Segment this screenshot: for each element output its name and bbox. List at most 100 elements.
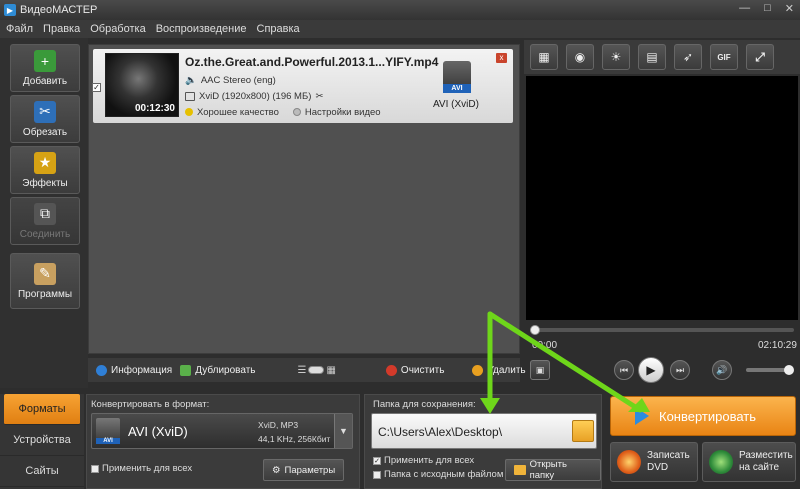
minimize-button[interactable]: — xyxy=(739,2,750,15)
apply-all-format[interactable]: Применить для всех xyxy=(91,463,192,474)
add-button[interactable]: + Добавить xyxy=(10,44,80,92)
publish-online-line2: на сайте xyxy=(739,462,780,473)
trim-button[interactable]: ✂ Обрезать xyxy=(10,95,80,143)
tab-formats[interactable]: Форматы xyxy=(4,394,80,425)
apply-all-folder[interactable]: ✓ Применить для всех xyxy=(373,455,474,466)
category-tabs: Форматы Устройства Сайты xyxy=(0,394,84,489)
file-checkbox[interactable]: ✓ xyxy=(92,83,101,92)
video-settings-label: Настройки видео xyxy=(304,107,381,118)
quality-dot-icon xyxy=(185,108,193,116)
seek-handle[interactable] xyxy=(530,325,540,335)
format-badge-icon[interactable]: AVI xyxy=(443,61,471,93)
join-button-label: Соединить xyxy=(19,228,71,240)
seek-bar[interactable] xyxy=(530,325,794,335)
speed-tool-button[interactable]: ➶ xyxy=(674,44,702,70)
join-button[interactable]: ⧉ Соединить xyxy=(10,197,80,245)
output-actions: Конвертировать Записать DVD Разместить на … xyxy=(606,394,800,489)
fullscreen-tool-button[interactable]: ⤢ xyxy=(746,44,774,70)
quality-option[interactable]: Хорошее качество xyxy=(185,107,279,118)
subtitle-tool-button[interactable]: ▤ xyxy=(638,44,666,70)
volume-button[interactable]: 🔊 xyxy=(712,360,732,380)
menu-bar: Файл Правка Обработка Воспроизведение Сп… xyxy=(0,20,800,38)
video-preview[interactable] xyxy=(526,76,798,320)
window-title: ВидеоМАСТЕР xyxy=(20,4,98,16)
format-dropdown-icon[interactable]: ▼ xyxy=(334,414,352,448)
audio-track-label: AAC Stereo (eng) xyxy=(200,75,276,86)
menu-process[interactable]: Обработка xyxy=(90,23,145,35)
save-path-value: C:\Users\Alex\Desktop\ xyxy=(378,425,503,439)
file-name: Oz.the.Great.and.Powerful.2013.1...YIFY.… xyxy=(185,55,439,69)
tab-sites[interactable]: Сайты xyxy=(0,456,84,487)
video-thumbnail[interactable]: 00:12:30 xyxy=(105,53,179,117)
brightness-tool-button[interactable]: ☀ xyxy=(602,44,630,70)
burn-dvd-line2: DVD xyxy=(647,462,669,473)
apply-all-format-checkbox[interactable] xyxy=(91,464,99,473)
file-list[interactable]: ✓ 00:12:30 Oz.the.Great.and.Powerful.201… xyxy=(88,44,520,354)
next-button[interactable]: ⏭ xyxy=(670,360,690,380)
clear-icon xyxy=(385,364,397,376)
title-bar: ▶ ВидеоМАСТЕР — □ ✕ xyxy=(0,0,800,20)
duplicate-button[interactable]: Дублировать xyxy=(180,364,256,376)
tab-devices[interactable]: Устройства xyxy=(0,425,84,456)
crop-tool-button[interactable]: ▦ xyxy=(530,44,558,70)
play-button[interactable]: ▶ xyxy=(638,357,664,383)
menu-help[interactable]: Справка xyxy=(257,23,300,35)
speaker-icon: 🔈 xyxy=(185,75,197,86)
rotate-tool-button[interactable]: ◉ xyxy=(566,44,594,70)
browse-folder-icon[interactable] xyxy=(572,420,594,442)
video-settings-link[interactable]: Настройки видео xyxy=(292,107,381,118)
delete-button-label: Удалить xyxy=(487,364,526,376)
parameters-button-label: Параметры xyxy=(284,464,336,476)
apply-all-folder-checkbox[interactable]: ✓ xyxy=(373,456,381,465)
video-duration: 00:12:30 xyxy=(134,103,175,114)
format-selector[interactable]: AVI AVI (XviD) XviD, MP3 44,1 KHz, 256Кб… xyxy=(91,413,353,449)
toggle-switch[interactable] xyxy=(308,366,325,374)
app-logo-icon: ▶ xyxy=(4,4,16,16)
maximize-button[interactable]: □ xyxy=(764,2,771,15)
format-badge-text: AVI xyxy=(443,84,471,93)
programs-button[interactable]: ✎ Программы xyxy=(10,253,80,309)
menu-edit[interactable]: Правка xyxy=(43,23,80,35)
convert-format-label: Конвертировать в формат: xyxy=(91,399,210,410)
convert-button[interactable]: Конвертировать xyxy=(610,396,796,436)
burn-dvd-button[interactable]: Записать DVD xyxy=(610,442,698,482)
volume-slider[interactable] xyxy=(746,365,794,375)
source-folder-option[interactable]: Папка с исходным файлом xyxy=(373,469,503,480)
delete-icon xyxy=(472,364,484,376)
menu-playback[interactable]: Воспроизведение xyxy=(156,23,247,35)
burn-dvd-line1: Записать xyxy=(647,450,690,461)
publish-online-line1: Разместить xyxy=(739,450,793,461)
view-toggle[interactable]: ☰ ▦ xyxy=(298,365,336,376)
audio-track[interactable]: 🔈 AAC Stereo (eng) xyxy=(185,75,276,86)
save-folder-panel: Папка для сохранения: C:\Users\Alex\Desk… xyxy=(364,394,602,489)
convert-button-label: Конвертировать xyxy=(659,408,757,424)
join-film-icon: ⧉ xyxy=(34,202,56,225)
publish-online-button[interactable]: Разместить на сайте xyxy=(702,442,796,482)
parameters-button[interactable]: ⚙ Параметры xyxy=(263,459,345,481)
duplicate-button-label: Дублировать xyxy=(195,364,256,376)
menu-file[interactable]: Файл xyxy=(6,23,33,35)
effects-button[interactable]: ★ Эффекты xyxy=(10,146,80,194)
snapshot-button[interactable]: ▣ xyxy=(530,360,550,380)
delete-button[interactable]: Удалить xyxy=(472,364,526,376)
save-path-field[interactable]: C:\Users\Alex\Desktop\ xyxy=(371,413,597,449)
source-folder-checkbox[interactable] xyxy=(373,470,381,479)
format-codecs: XviD, MP3 xyxy=(258,420,299,430)
publish-online-label: Разместить на сайте xyxy=(739,450,793,474)
prev-button[interactable]: ⏮ xyxy=(614,360,634,380)
open-folder-button[interactable]: Открыть папку xyxy=(505,459,601,481)
clear-button[interactable]: Очистить xyxy=(385,364,444,376)
avi-format-icon: AVI xyxy=(96,418,120,444)
info-button[interactable]: Информация xyxy=(96,364,172,376)
file-item[interactable]: ✓ 00:12:30 Oz.the.Great.and.Powerful.201… xyxy=(92,49,513,123)
apply-all-folder-label: Применить для всех xyxy=(384,455,475,466)
scissors-icon[interactable]: ✂ xyxy=(315,91,323,102)
remove-file-icon[interactable]: x xyxy=(496,53,507,63)
gif-tool-button[interactable]: GIF xyxy=(710,44,738,70)
current-time: 00:00 xyxy=(532,340,558,351)
close-button[interactable]: ✕ xyxy=(785,2,794,15)
left-toolbar: + Добавить ✂ Обрезать ★ Эффекты ⧉ Соедин… xyxy=(0,38,88,388)
playback-controls: ▣ ⏮ ▶ ⏭ 🔊 xyxy=(526,354,798,386)
format-audio-spec: 44,1 KHz, 256Кбит xyxy=(258,434,331,444)
volume-handle[interactable] xyxy=(784,365,794,375)
